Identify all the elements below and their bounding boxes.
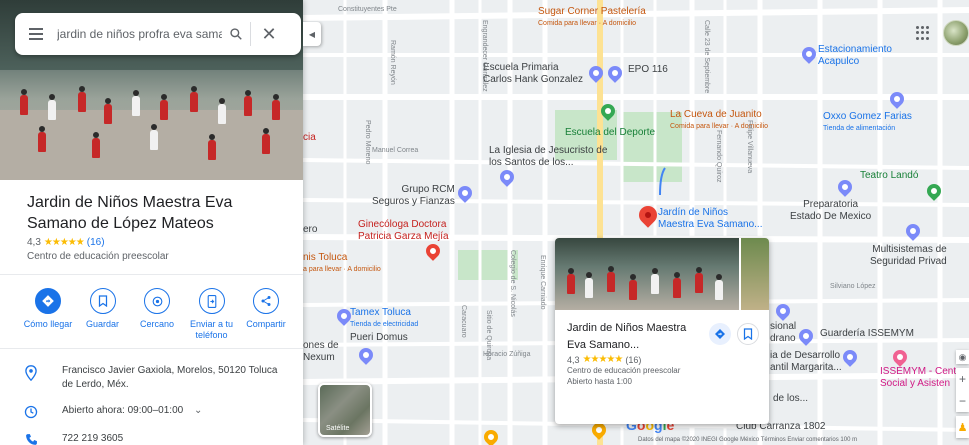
map-label-street: Enrique Carniado (539, 255, 546, 310)
divider (0, 274, 303, 275)
place-category[interactable]: Centro de educación preescolar (27, 251, 169, 262)
share-icon (261, 296, 271, 306)
map-label-fragment: de los... (773, 393, 809, 404)
hours-text: Abierto ahora: 09:00–01:00 ⌄ (62, 405, 203, 416)
clock-icon (24, 405, 38, 419)
zoom-in-button[interactable]: + (959, 368, 966, 390)
map-poi-estacionamiento[interactable]: Estacionamiento Acapulco (818, 44, 892, 68)
map-poi-desarrollo[interactable]: ia de Desarrollo antil Margarita... (770, 350, 842, 374)
street-view-pegman-icon[interactable]: ♟ (956, 416, 969, 438)
nearby-icon (152, 296, 162, 306)
card-save-button[interactable] (737, 323, 759, 345)
place-info-card[interactable]: Jardin de Niños Maestra Eva Samano... 4,… (555, 238, 769, 424)
chevron-down-icon[interactable]: ⌄ (194, 405, 202, 416)
directions-icon (42, 295, 54, 307)
search-button[interactable] (222, 13, 250, 55)
search-box: ✕ (15, 13, 301, 55)
card-photo-secondary[interactable] (741, 238, 769, 310)
map-label-street: Pedro Moreno (364, 120, 371, 165)
map-poi-iglesia[interactable]: La Iglesia de Jesucristo de los Santos d… (489, 145, 609, 169)
card-photo[interactable] (555, 238, 739, 310)
map-poi-toluca[interactable]: nis Toluca a para llevar · A domicilio (303, 252, 381, 276)
search-input[interactable] (57, 19, 222, 49)
map-label-street: Felipe Villanueva (746, 120, 753, 174)
map-poi-escuela-deporte[interactable]: Escuela del Deporte (565, 127, 655, 139)
map-poi-issemym[interactable]: ISSEMYM - Centr Social y Asisten (880, 366, 959, 390)
map-label-street: Constituyentes Pte (338, 6, 397, 13)
map-poi-guarderia[interactable]: Guardería ISSEMYM (820, 328, 914, 340)
phone-icon (25, 434, 37, 445)
address-text: Francisco Javier Gaxiola, Morelos, 50120… (62, 365, 278, 390)
map-poi-pueri[interactable]: Pueri Domus (350, 332, 408, 344)
map-poi-preparatoria[interactable]: Preparatoria Estado De Mexico (790, 199, 871, 223)
phone-text: 722 219 3605 (62, 433, 124, 444)
map-label-street: Caracuaro (460, 305, 467, 338)
bookmark-icon (743, 328, 753, 340)
my-location-button[interactable]: ◉ (956, 350, 969, 364)
search-icon (230, 28, 242, 40)
map-label-street: Engrandecer Gonzalez (481, 20, 488, 92)
share-button[interactable]: Compartir (240, 288, 292, 341)
send-to-phone-icon (207, 294, 216, 308)
caret-left-icon: ◀ (308, 29, 316, 39)
map-poi-oxxo[interactable]: Oxxo Gomez Farias Tienda de alimentación (823, 111, 912, 135)
send-to-phone-button[interactable]: Enviar a tu teléfono (186, 288, 238, 341)
map-label-fragment: ero (303, 224, 318, 235)
action-bar: Cómo llegar Guardar Cercano Enviar a tu … (22, 288, 292, 341)
card-stars: ★★★★★ (582, 354, 624, 365)
map-label-street: Silviano López (830, 283, 876, 290)
map-label-street: Ramón Reyón (389, 40, 396, 85)
google-apps-icon[interactable] (916, 26, 930, 40)
account-avatar[interactable] (943, 20, 969, 46)
card-hours: Abierto hasta 1:00 (567, 377, 632, 386)
card-rating: 4,3 ★★★★★ (16) (567, 354, 642, 365)
map-poi-grupo-rcm[interactable]: Grupo RCM Seguros y Fianzas (372, 184, 455, 208)
map-poi-teatro[interactable]: Teatro Landó (860, 170, 918, 182)
locate-icon: ◉ (958, 351, 967, 362)
card-title[interactable]: Jardin de Niños Maestra Eva Samano... (567, 320, 699, 354)
map-poi-ginecologa[interactable]: Ginecóloga Doctora Patricia Garza Mejía (358, 219, 449, 243)
collapse-panel-button[interactable]: ◀ (303, 22, 321, 46)
zoom-control: + − (956, 368, 969, 412)
map-label-fragment: cia (303, 132, 316, 143)
menu-hamburger-icon[interactable] (15, 13, 57, 55)
reviews-link[interactable]: (16) (87, 237, 105, 248)
rating-stars: ★★★★★ (43, 237, 85, 248)
divider (0, 348, 303, 349)
directions-icon (715, 329, 725, 339)
card-directions-button[interactable] (709, 323, 731, 345)
map-poi-tamex[interactable]: Tamex Toluca Tienda de electricidad (350, 307, 418, 331)
place-side-panel: ✕ Jardin de Niños Maestra Eva Samano de … (0, 0, 303, 445)
satellite-layer-toggle[interactable]: Satélite (318, 383, 372, 437)
save-button[interactable]: Guardar (77, 288, 129, 341)
phone-row[interactable]: 722 219 3605 (0, 432, 303, 445)
close-icon[interactable]: ✕ (251, 13, 287, 55)
bookmark-icon (98, 295, 107, 307)
place-rating: 4,3 ★★★★★ (16) (27, 237, 105, 248)
map-poi-sugar-corner[interactable]: Sugar Corner Pastelería Comida para llev… (538, 6, 646, 30)
directions-button[interactable]: Cómo llegar (22, 288, 74, 341)
map-poi-multisistemas[interactable]: Multisistemas de Seguridad Privad (870, 244, 947, 268)
map-attribution[interactable]: Datos del mapa ©2020 INEGI Google México… (638, 437, 857, 443)
hours-row[interactable]: Abierto ahora: 09:00–01:00 ⌄ (0, 404, 303, 419)
nearby-button[interactable]: Cercano (131, 288, 183, 341)
address-row[interactable]: Francisco Javier Gaxiola, Morelos, 50120… (0, 364, 303, 392)
map-label-street: Colegio de S. Nicolás (509, 250, 516, 317)
map-poi-epo116[interactable]: EPO 116 (628, 64, 668, 76)
map-label-street: Sitio de Quiroga (485, 310, 492, 361)
map-label-street: Manuel Correa (372, 147, 419, 154)
map-poi-escuela-primaria[interactable]: Escuela Primaria Carlos Hank Gonzalez (483, 62, 583, 86)
map-poi-jardin[interactable]: Jardín de Niños Maestra Eva Samano... (658, 207, 763, 231)
place-title: Jardin de Niños Maestra Eva Samano de Ló… (27, 194, 233, 232)
map-label-fragment: ones de Nexum (303, 340, 339, 363)
zoom-out-button[interactable]: − (959, 390, 966, 412)
card-category: Centro de educación preescolar (567, 366, 681, 375)
map-label-street: Fernando Quiroz (715, 130, 722, 183)
location-pin-icon (25, 365, 37, 381)
map-label-street: Calle 23 de Septiembre (703, 20, 710, 94)
map-label-fragment: sional drano (770, 321, 797, 344)
